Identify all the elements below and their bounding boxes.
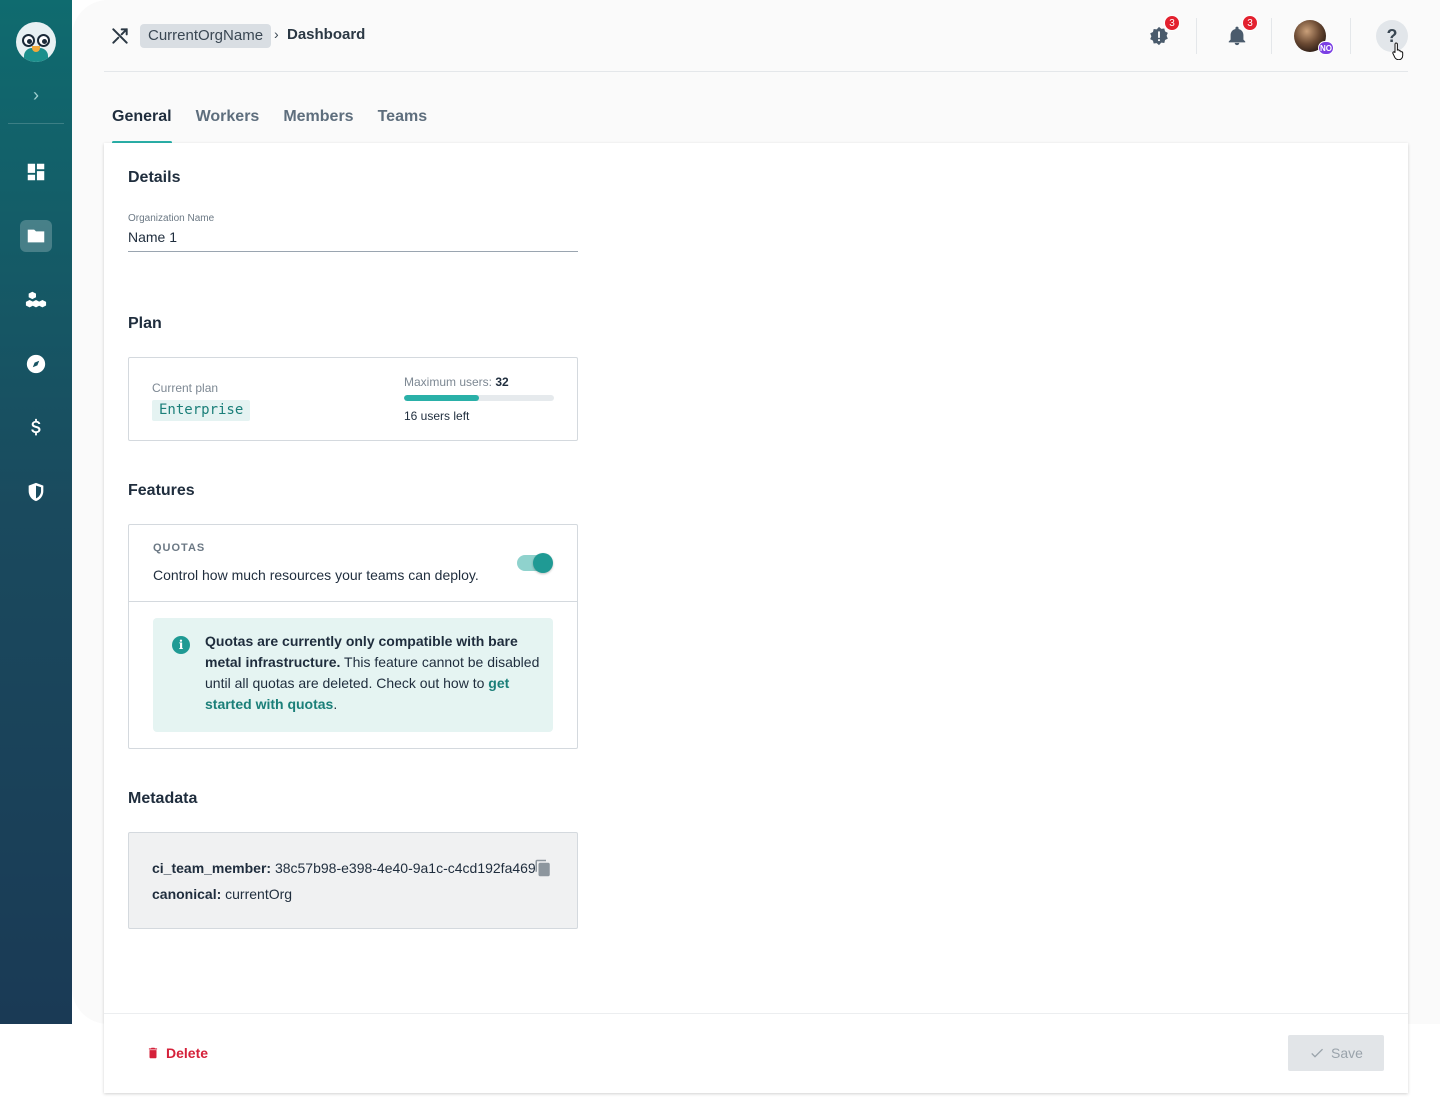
- header-divider: [1196, 18, 1197, 54]
- tab-teams[interactable]: Teams: [378, 108, 428, 144]
- tab-workers[interactable]: Workers: [196, 108, 260, 144]
- quotas-tag: QUOTAS: [153, 542, 206, 554]
- tab-general[interactable]: General: [112, 108, 172, 144]
- sidebar-item-explore[interactable]: [20, 348, 52, 380]
- quotas-feature-box: QUOTAS Control how much resources your t…: [128, 524, 578, 749]
- top-header: CurrentOrgName › Dashboard 3 3 NO ?: [104, 0, 1408, 72]
- sidebar-item-infrastructure[interactable]: [20, 284, 52, 316]
- header-divider: [1350, 18, 1351, 54]
- breadcrumb-separator: ›: [274, 26, 279, 42]
- notifications-count-badge: 3: [1242, 15, 1258, 31]
- cubes-icon: [25, 291, 47, 308]
- quotas-feature-header: QUOTAS Control how much resources your t…: [129, 525, 577, 602]
- expand-sidebar-icon[interactable]: ›: [24, 84, 48, 106]
- quotas-toggle[interactable]: [517, 553, 553, 573]
- shuffle-icon[interactable]: [110, 26, 130, 46]
- org-name-field[interactable]: Name 1: [128, 228, 578, 252]
- metadata-box: ci_team_member: 38c57b98-e398-4e40-9a1c-…: [128, 832, 578, 929]
- current-plan-chip: Enterprise: [152, 400, 251, 421]
- tab-members[interactable]: Members: [283, 108, 353, 144]
- max-users-text: Maximum users: 32: [404, 375, 509, 389]
- sidebar-item-dashboard[interactable]: [20, 156, 52, 188]
- users-progress-bar: [404, 395, 554, 401]
- features-title: Features: [128, 482, 195, 499]
- folder-icon: [27, 229, 45, 243]
- metadata-row: ci_team_member: 38c57b98-e398-4e40-9a1c-…: [152, 860, 536, 876]
- plan-title: Plan: [128, 315, 162, 332]
- sidebar-item-billing[interactable]: [20, 412, 52, 444]
- notifications-button[interactable]: 3: [1219, 15, 1258, 54]
- metadata-row: canonical: currentOrg: [152, 886, 293, 902]
- org-switcher-chip[interactable]: CurrentOrgName: [140, 24, 272, 48]
- dashboard-icon: [27, 163, 45, 181]
- alerts-count-badge: 3: [1164, 15, 1180, 31]
- header-divider: [1271, 18, 1272, 54]
- breadcrumb-current: Dashboard: [287, 26, 366, 43]
- sidebar: ›: [0, 0, 72, 1024]
- delete-button[interactable]: Delete: [146, 1043, 208, 1063]
- users-progress-fill: [404, 395, 479, 401]
- quotas-description: Control how much resources your teams ca…: [153, 567, 479, 583]
- details-title: Details: [128, 169, 181, 186]
- avatar-initials-badge: NO: [1318, 41, 1334, 55]
- card-footer-divider: [104, 1013, 1408, 1014]
- quotas-info-callout: i Quotas are currently only compatible w…: [153, 618, 553, 732]
- owl-logo[interactable]: [16, 22, 56, 62]
- sidebar-item-projects[interactable]: [20, 220, 52, 252]
- plan-box: Current plan Enterprise Maximum users: 3…: [128, 357, 578, 441]
- check-icon: [1311, 1048, 1324, 1058]
- settings-tabs: General Workers Members Teams: [112, 108, 427, 144]
- trash-icon: [148, 1047, 158, 1059]
- dollar-icon: [31, 418, 41, 436]
- org-name-label: Organization Name: [128, 213, 215, 224]
- info-icon: i: [172, 636, 190, 654]
- general-settings-card: Details Organization Name Name 1 Plan Cu…: [104, 143, 1408, 1093]
- sidebar-item-security[interactable]: [20, 476, 52, 508]
- compass-icon: [26, 354, 46, 374]
- current-plan-label: Current plan: [152, 381, 219, 395]
- copy-icon[interactable]: [534, 859, 552, 877]
- pointer-cursor-icon: [1392, 42, 1404, 60]
- shield-icon: [28, 482, 44, 502]
- users-left-text: 16 users left: [404, 409, 470, 423]
- sidebar-divider: [8, 123, 64, 124]
- metadata-title: Metadata: [128, 790, 198, 807]
- alerts-button[interactable]: 3: [1141, 15, 1180, 54]
- save-button[interactable]: Save: [1288, 1035, 1384, 1071]
- quotas-info-text: Quotas are currently only compatible wit…: [205, 633, 540, 712]
